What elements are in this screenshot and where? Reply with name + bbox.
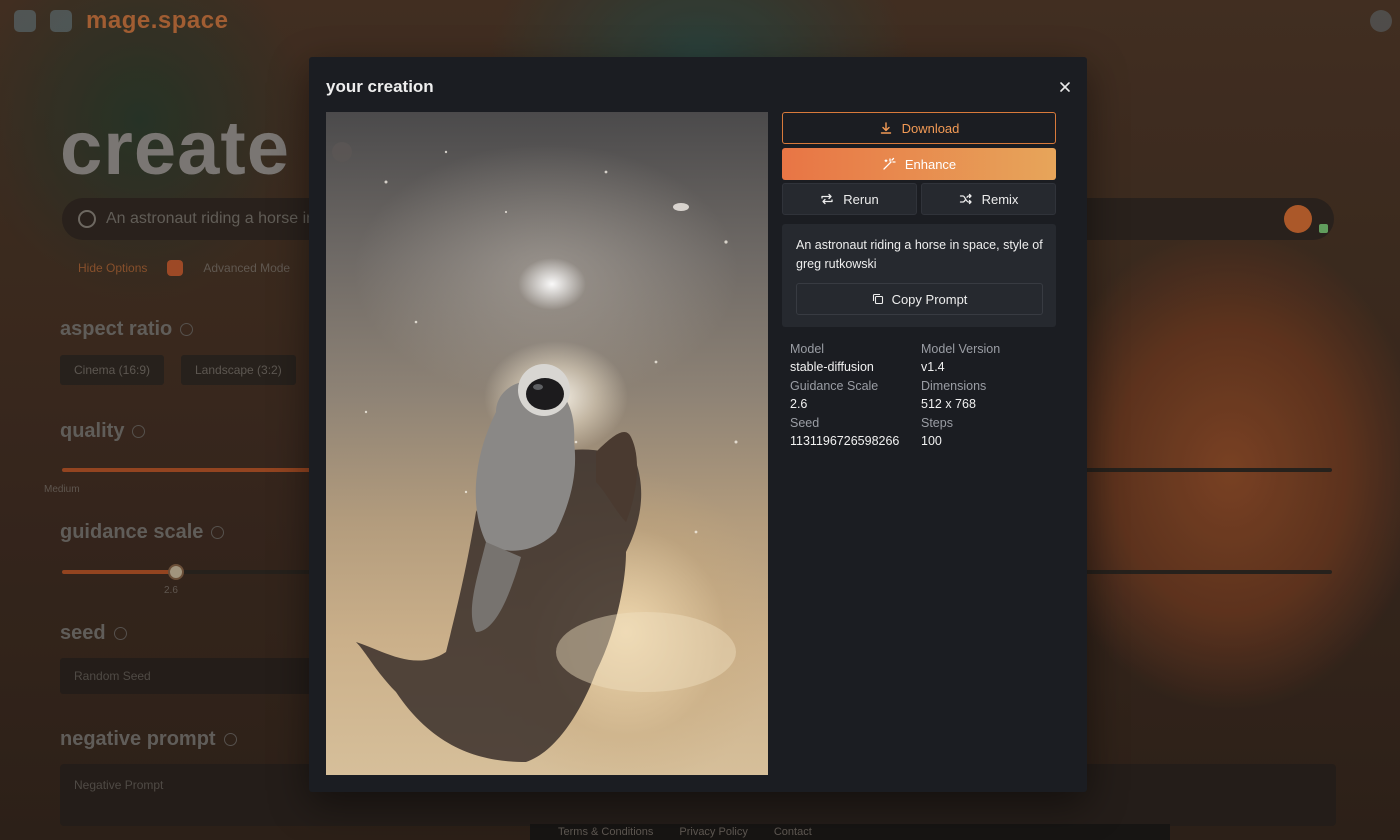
artwork-illustration [332, 142, 738, 762]
modal-title: your creation [326, 77, 434, 96]
close-button[interactable] [1055, 77, 1075, 97]
copy-icon [872, 293, 883, 305]
detail-seed: Seed 1131196726598266 [790, 416, 921, 448]
copy-prompt-label: Copy Prompt [891, 291, 968, 307]
detail-dimensions: Dimensions 512 x 768 [921, 379, 1056, 411]
creation-modal: your creation Download Enhance Rerun Rem… [309, 57, 1087, 792]
detail-value: 2.6 [790, 397, 808, 411]
detail-label: Steps [921, 416, 953, 430]
magic-wand-icon [883, 157, 896, 170]
detail-value: 512 x 768 [921, 397, 976, 411]
generated-image [326, 112, 768, 775]
detail-guidance-scale: Guidance Scale 2.6 [790, 379, 921, 411]
enhance-label: Enhance [904, 156, 957, 172]
detail-value: 1131196726598266 [790, 434, 900, 448]
prompt-text: An astronaut riding a horse in space, st… [796, 238, 1043, 271]
generation-details: Model stable-diffusion Model Version v1.… [790, 342, 1056, 448]
prompt-card: An astronaut riding a horse in space, st… [782, 224, 1056, 327]
detail-label: Model [790, 342, 825, 356]
detail-label: Model Version [921, 342, 1001, 356]
close-icon [1060, 82, 1070, 92]
detail-value: stable-diffusion [790, 360, 874, 374]
rerun-label: Rerun [843, 191, 879, 207]
download-icon [880, 122, 891, 134]
copy-prompt-button[interactable]: Copy Prompt [796, 283, 1043, 315]
detail-value: 100 [921, 434, 942, 448]
detail-label: Seed [790, 416, 820, 430]
download-button[interactable]: Download [782, 112, 1056, 144]
download-label: Download [901, 120, 960, 136]
remix-label: Remix [981, 191, 1019, 207]
enhance-button[interactable]: Enhance [782, 148, 1056, 180]
rerun-button[interactable]: Rerun [782, 183, 917, 215]
detail-label: Dimensions [921, 379, 987, 393]
detail-steps: Steps 100 [921, 416, 1056, 448]
detail-model: Model stable-diffusion [790, 342, 921, 374]
remix-button[interactable]: Remix [921, 183, 1056, 215]
shuffle-icon [959, 193, 972, 205]
repeat-icon [821, 193, 833, 205]
detail-model-version: Model Version v1.4 [921, 342, 1056, 374]
detail-label: Guidance Scale [790, 379, 879, 393]
detail-value: v1.4 [921, 360, 945, 374]
